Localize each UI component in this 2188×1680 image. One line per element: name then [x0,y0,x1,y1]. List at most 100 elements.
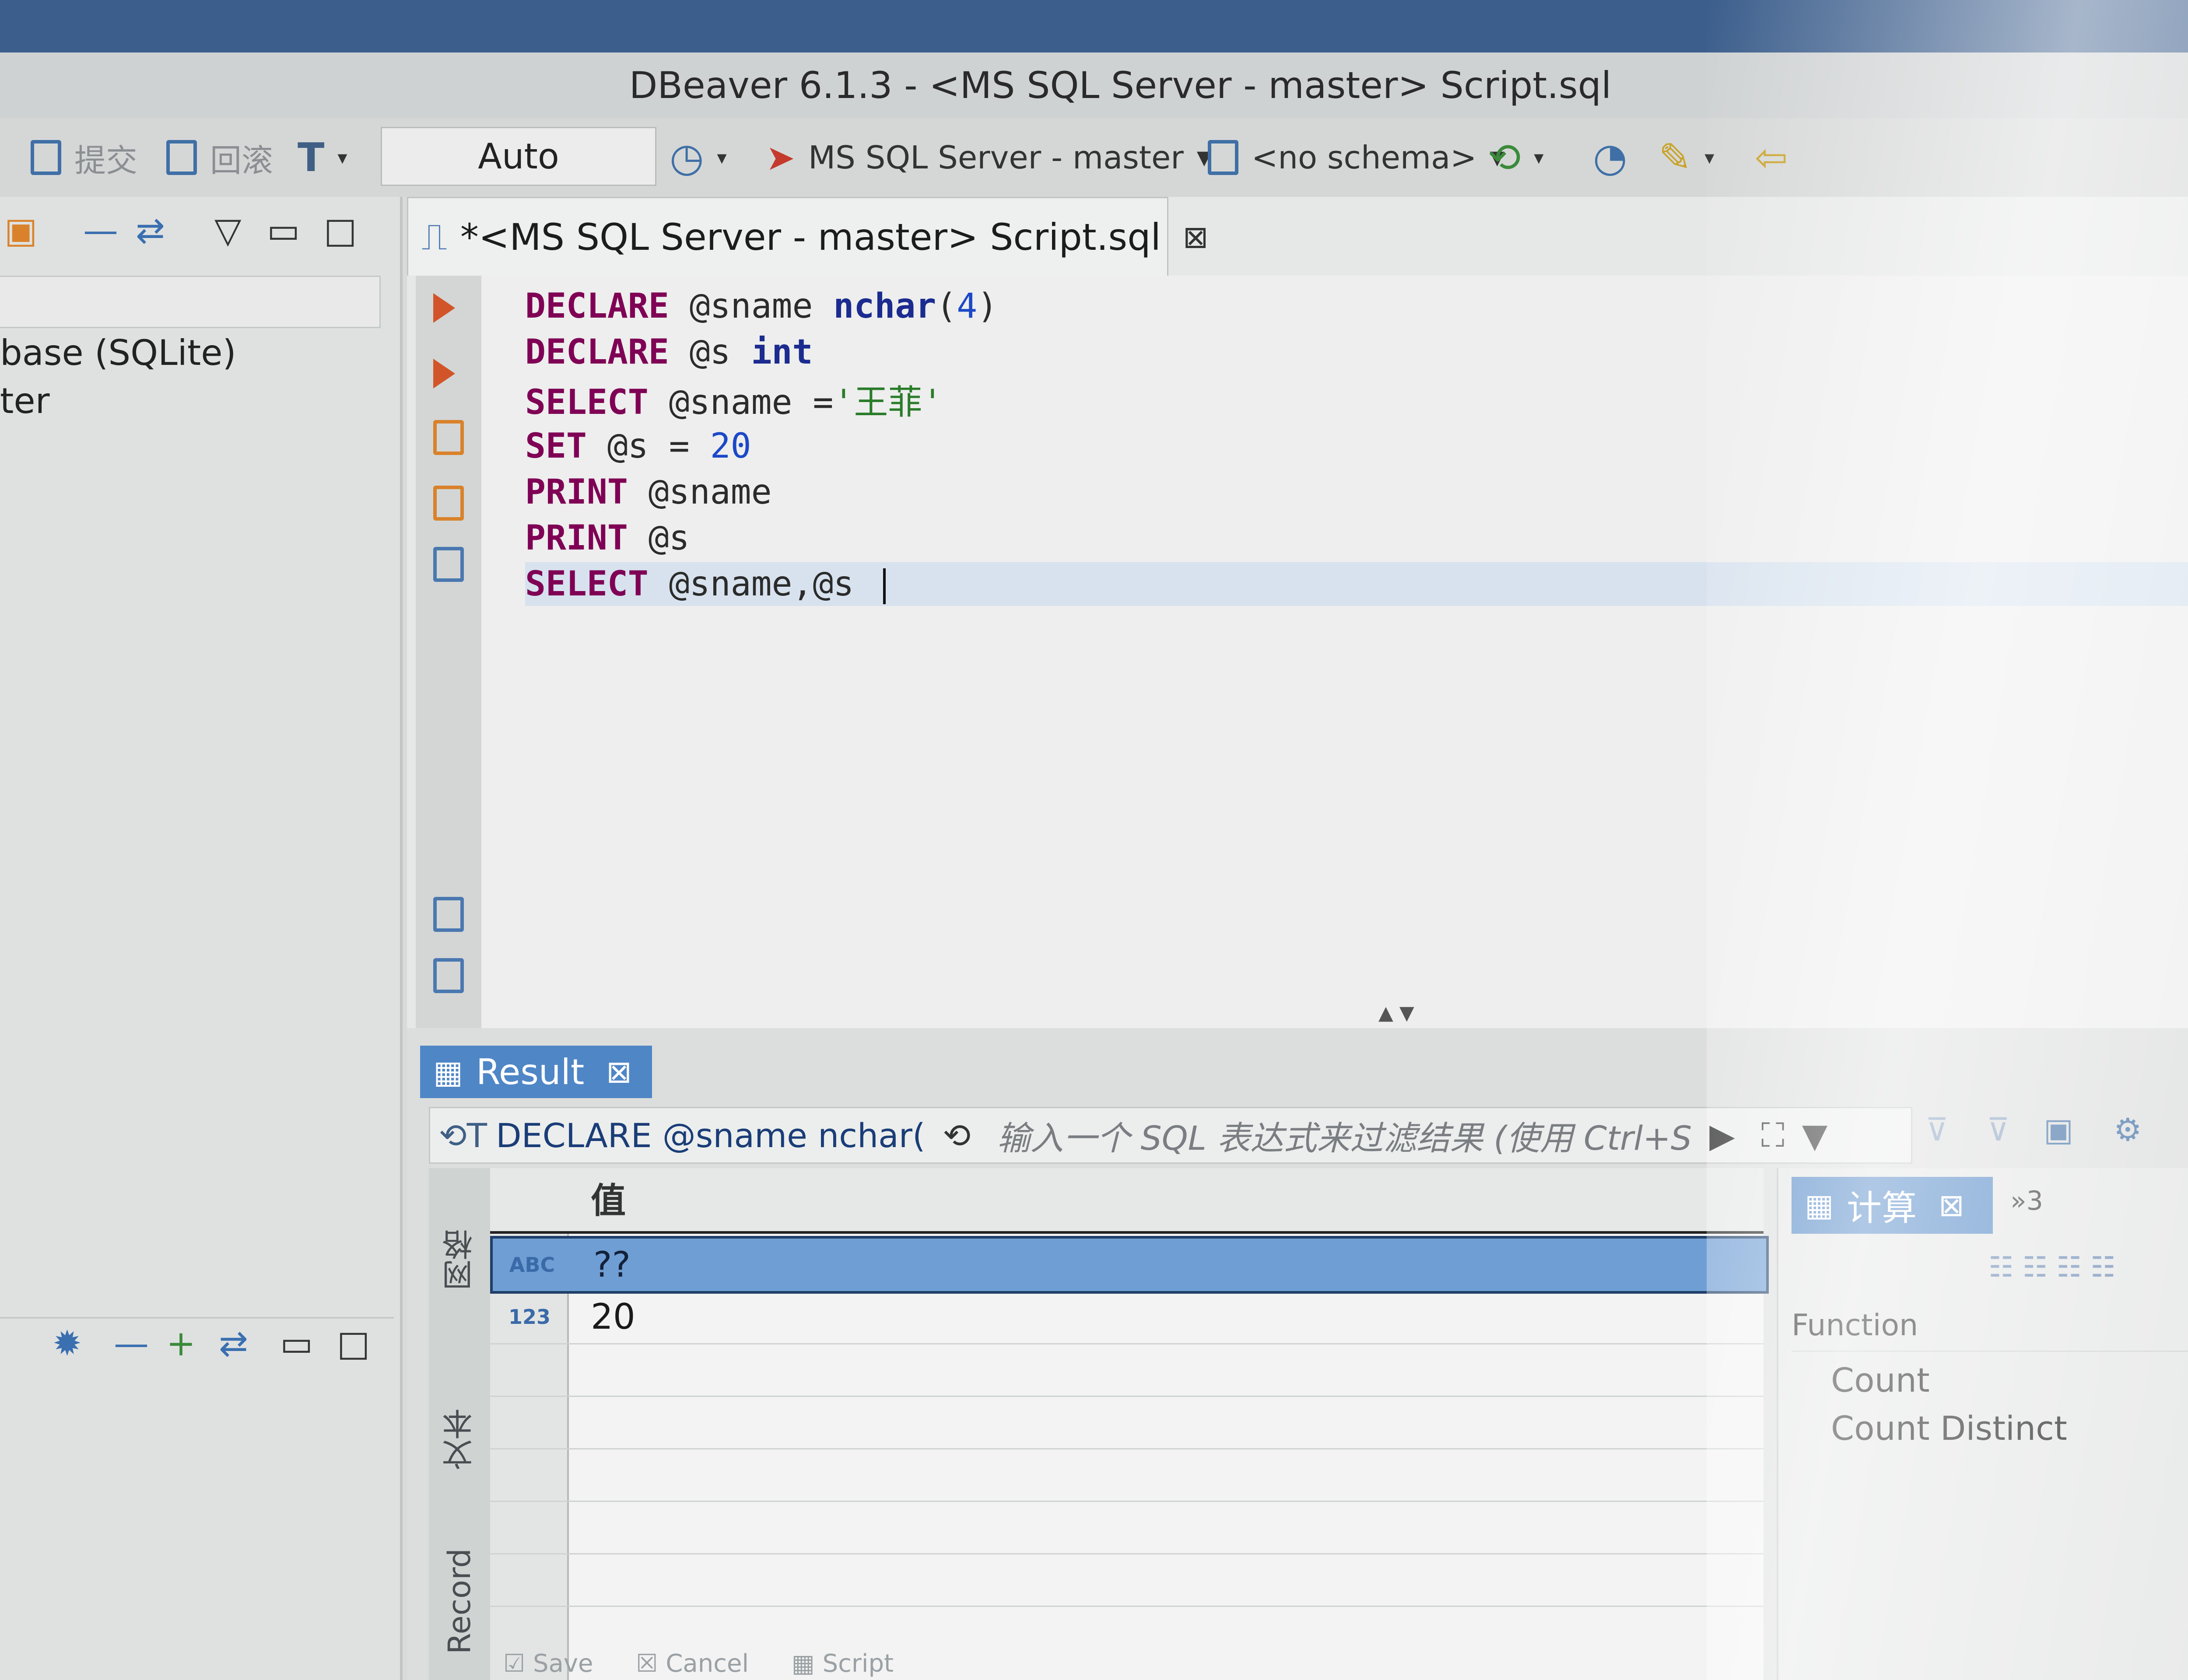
commit-icon [31,140,61,175]
folder-icon[interactable]: ▣ [4,210,38,251]
history-button[interactable]: ◷ ▾ [670,131,727,184]
more-tabs-indicator[interactable]: »3 [2010,1186,2043,1216]
commit-label: 提交 [74,142,138,179]
column-header-value[interactable]: 值 [591,1168,626,1234]
function-count[interactable]: Count [1831,1361,1930,1400]
navigator-filter-input[interactable] [0,276,381,328]
tab-grid-view[interactable]: 网格 [429,1177,490,1343]
code-line-6: PRINT @s [525,516,690,560]
text-cursor [883,568,886,604]
play-icon[interactable]: ▶ [1709,1116,1735,1155]
project-panel-toolbar: ✹ — + ⇄ ▭ □ [0,1317,394,1369]
script-button[interactable]: ▦ Script [792,1649,894,1678]
minimize-icon[interactable]: ▭ [267,210,300,251]
execute-new-tab-icon[interactable] [433,359,455,388]
grid-icon: ▦ [433,1054,463,1090]
explain-plan-icon[interactable] [433,547,464,582]
load-script-icon[interactable] [433,958,464,993]
close-icon[interactable]: ⊠ [1939,1187,1964,1223]
window-title-bar: DBeaver 6.1.3 - <MS SQL Server - master>… [0,52,2188,118]
filter-input-placeholder[interactable]: 输入一个 SQL 表达式来过滤结果 (使用 Ctrl+S [997,1111,1692,1159]
navigator-item-sqlite[interactable]: base (SQLite) [0,332,236,373]
code-text: @sname = [648,383,834,422]
navigator-item-master[interactable]: ter [0,381,49,421]
chevron-down-icon: ▾ [1534,146,1544,169]
maximize-icon[interactable]: □ [337,1323,370,1364]
filter-settings-icon[interactable]: ⊽ [1987,1111,2010,1148]
active-connection-selector[interactable]: ➤ MS SQL Server - master ▼ [766,131,1212,184]
panel-tools-icon[interactable]: ☷ ☷ ☷ ☷ [1988,1251,2116,1284]
rollback-button[interactable]: 回滚 [166,131,273,184]
calculation-panel: ▦ 计算 ⊠ »3 ☷ ☷ ☷ ☷ Function Count Count D… [1777,1168,2188,1680]
transaction-mode-label: Auto [478,136,559,177]
export-icon[interactable] [433,897,464,932]
calculator-icon: ▦ [1805,1187,1834,1223]
panel-resize-arrows-icon[interactable]: ▲ ▼ [1378,1002,1414,1024]
settings-icon[interactable]: ⚙ [2114,1111,2142,1148]
refresh-icon[interactable]: ⟲ [943,1116,971,1155]
results-panel: ▦ Result ⊠ ⟲T DECLARE @sname nchar( ⟲ 输入… [407,1028,2188,1680]
tab-script-sql[interactable]: ⎍ *<MS SQL Server - master> Script.sql ⊠ [407,197,1209,276]
tab-record-view[interactable]: Record [429,1527,490,1676]
text-format-icon: T [298,134,325,181]
maximize-icon[interactable]: □ [324,210,357,251]
link-icon[interactable]: ⇄ [136,210,165,251]
table-row[interactable]: 123 20 [490,1291,1764,1344]
save-button[interactable]: ☑ Save [503,1649,593,1678]
format-menu-button[interactable]: T ▾ [298,131,347,184]
close-icon[interactable]: ⊠ [606,1054,632,1090]
execute-statement-icon[interactable] [433,293,455,323]
add-icon[interactable]: + [166,1323,196,1364]
sql-server-icon: ➤ [766,137,796,178]
function-column-header: Function [1792,1299,2188,1352]
cell-value[interactable]: 20 [591,1291,635,1343]
connection-label: MS SQL Server - master [808,139,1184,176]
tab-result[interactable]: ▦ Result ⊠ [420,1046,652,1098]
code-line-4: SET @s = 20 [525,424,751,468]
results-filter-bar[interactable]: ⟲T DECLARE @sname nchar( ⟲ 输入一个 SQL 表达式来… [429,1107,1912,1164]
execute-script-icon[interactable] [433,420,464,455]
cell-value[interactable]: ?? [593,1239,631,1291]
cancel-button[interactable]: ☒ Cancel [636,1649,749,1678]
results-view-switcher: 网格 文本 Record [429,1168,490,1680]
active-schema-selector[interactable]: <no schema> ▼ [1208,131,1504,184]
sql-code-editor[interactable]: DECLARE @sname nchar(4) DECLARE @s int S… [481,276,2188,1028]
minimize-icon[interactable]: ▭ [280,1323,313,1364]
desktop-top-strip [0,0,2188,52]
dashboard-button[interactable]: ◔ [1593,131,1627,184]
navigate-back-button[interactable]: ⇦ [1755,131,1788,184]
tools-button[interactable]: ✎ ▾ [1659,131,1715,184]
tab-label: 网格 [442,1229,478,1291]
code-keyword: SET [525,427,587,466]
gear-icon[interactable]: ✹ [53,1323,82,1364]
cancel-label: Cancel [666,1649,749,1678]
refresh-button[interactable]: ⟲ ▾ [1488,131,1544,184]
filter-clear-icon[interactable]: ⊽ [1925,1111,1949,1148]
editor-action-gutter [416,276,481,1028]
sql-text-icon: ⟲T [439,1116,487,1155]
execute-script-new-tab-icon[interactable] [433,486,464,521]
close-icon[interactable]: ⊠ [1183,219,1209,255]
tab-text-view[interactable]: 文本 [429,1374,490,1505]
commit-button[interactable]: 提交 [31,131,137,184]
chevron-down-icon: ▾ [717,146,727,169]
chevron-down-icon[interactable]: ▼ [1802,1116,1827,1155]
expand-icon[interactable]: ⛶ [1761,1116,1785,1155]
code-number: 4 [957,287,978,326]
arrow-left-icon: ⇦ [1755,134,1788,181]
results-grid[interactable]: 值 ABC ?? 123 20 [490,1168,1769,1680]
remove-icon[interactable]: — [114,1323,149,1364]
tab-calculation[interactable]: ▦ 计算 ⊠ [1792,1177,1993,1234]
collapse-icon[interactable]: — [83,210,118,251]
row-type-badge: ABC [509,1253,555,1277]
empty-row [490,1396,1764,1449]
view-menu-icon[interactable]: ▽ [214,210,242,251]
rollback-icon [166,140,197,175]
table-row[interactable]: ABC ?? [490,1236,1769,1294]
function-count-distinct[interactable]: Count Distinct [1831,1409,2067,1448]
code-text: @s = [586,427,710,466]
link-icon[interactable]: ⇄ [219,1323,248,1364]
transaction-mode-selector[interactable]: Auto [381,127,656,186]
panels-icon[interactable]: ▣ [2044,1111,2073,1148]
empty-row [490,1343,1764,1397]
